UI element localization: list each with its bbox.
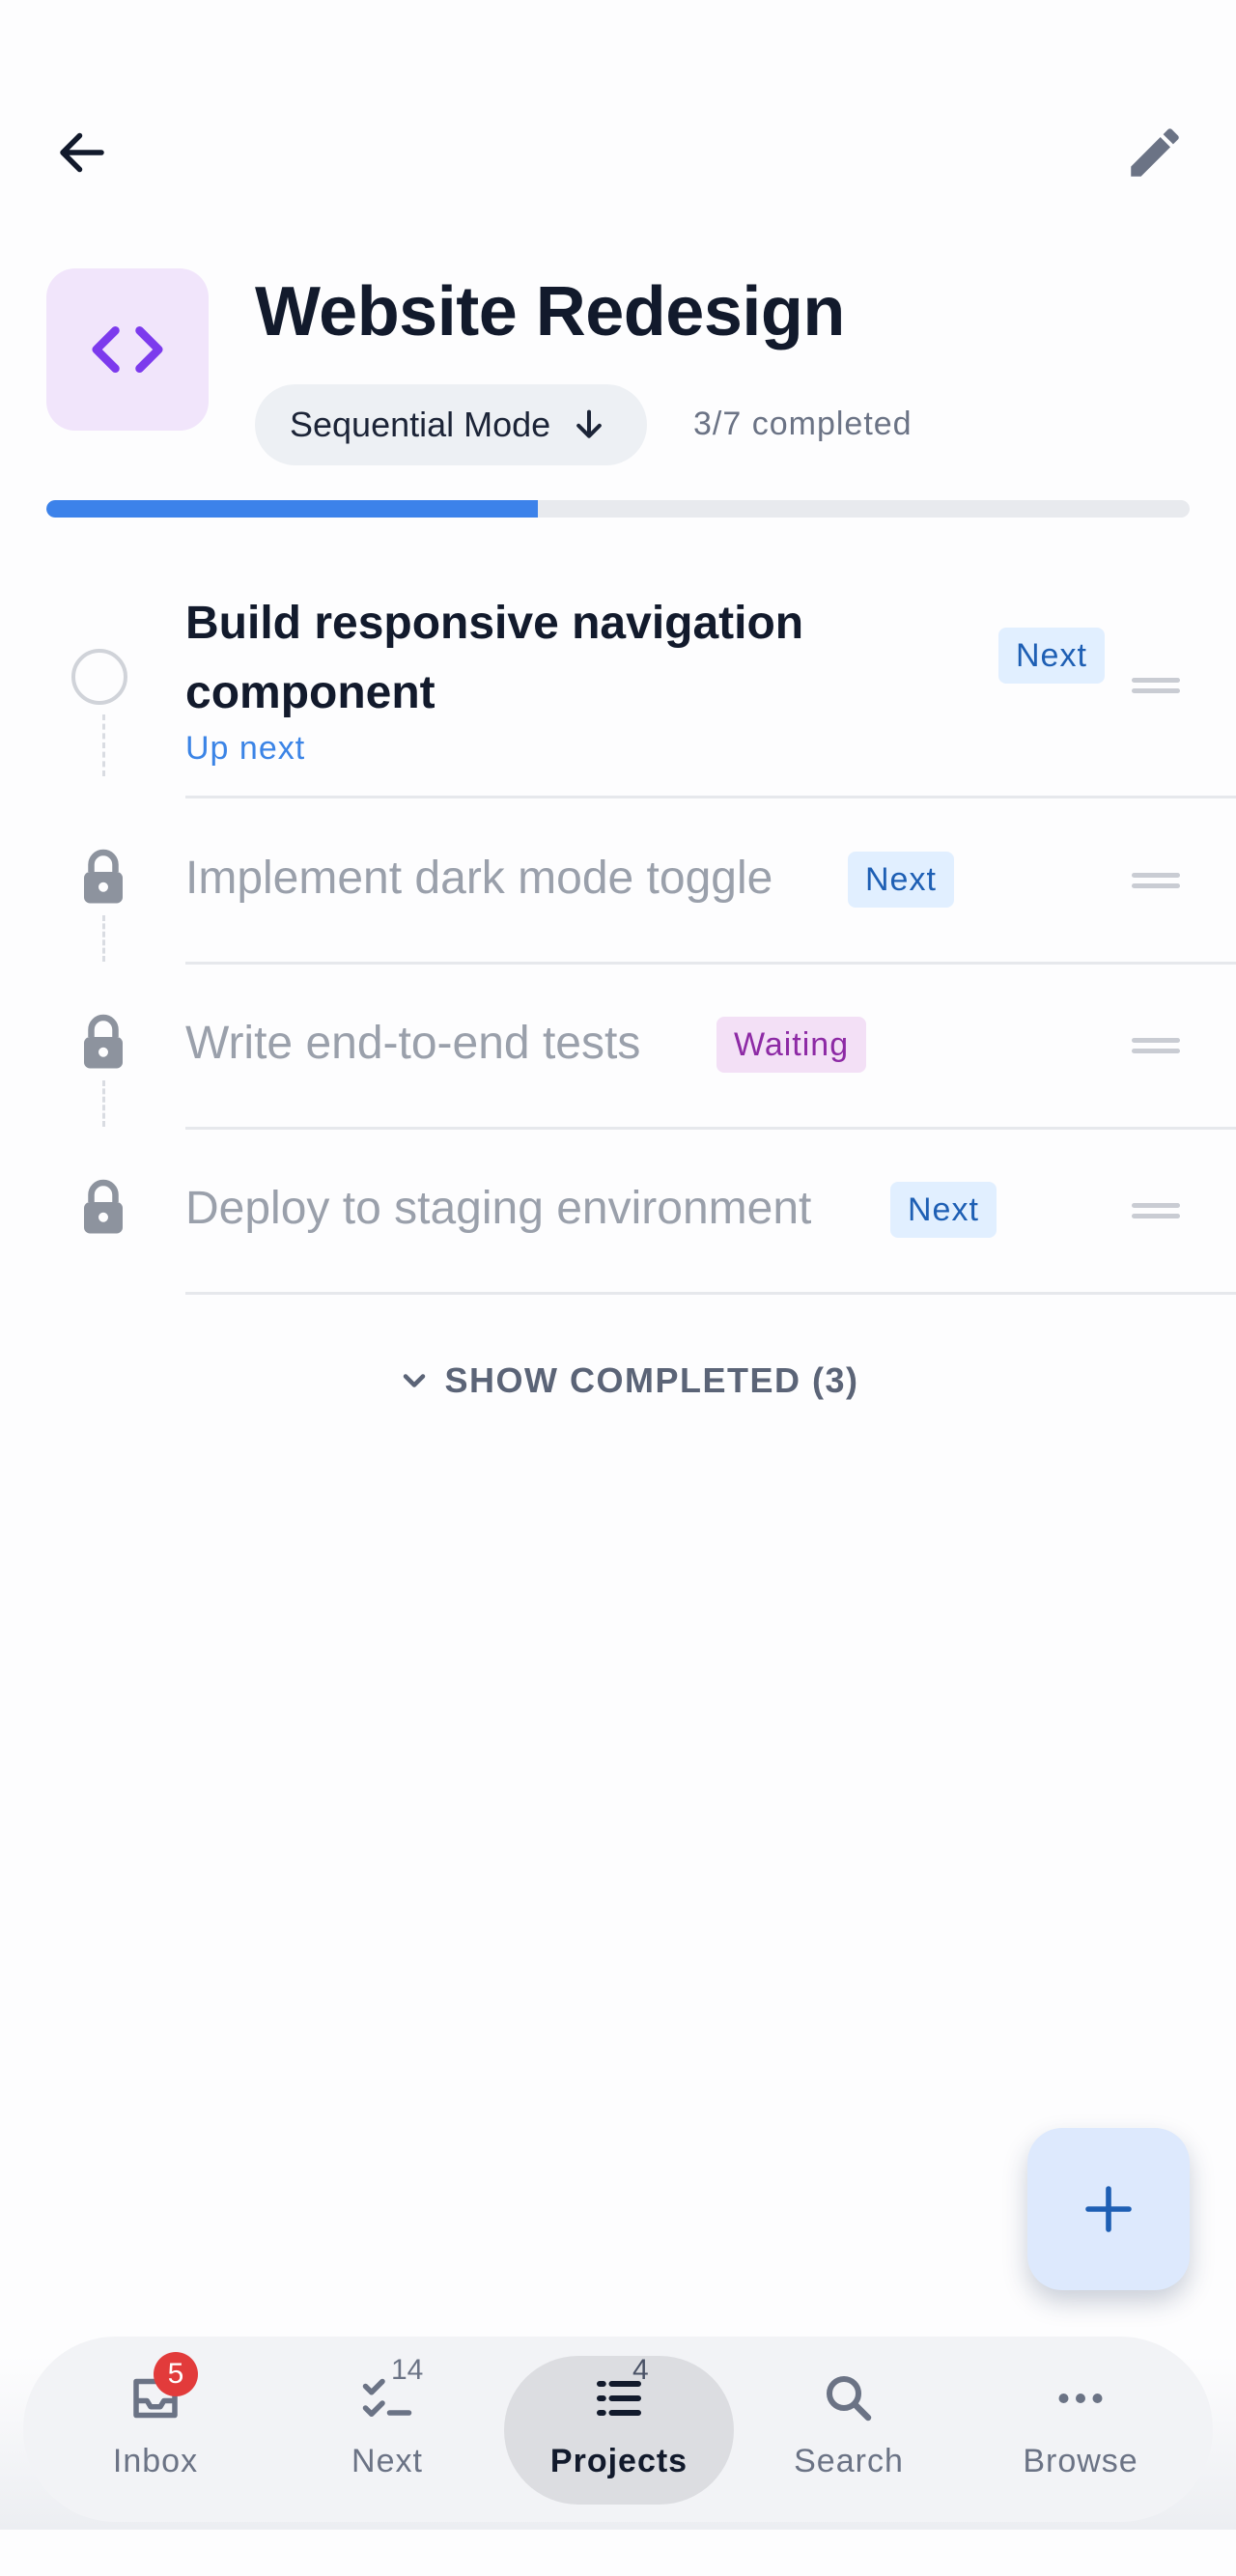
connector-line bbox=[102, 714, 105, 776]
task-title: Implement dark mode toggle bbox=[185, 853, 773, 904]
add-task-button[interactable] bbox=[1027, 2128, 1190, 2290]
task-row[interactable]: Build responsive navigation component Up… bbox=[0, 579, 1236, 796]
task-subtitle: Up next bbox=[185, 730, 306, 767]
nav-label: Next bbox=[351, 2443, 423, 2479]
divider bbox=[185, 796, 1236, 798]
nav-label: Browse bbox=[1023, 2443, 1138, 2479]
progress-text: 3/7 completed bbox=[693, 406, 913, 442]
plus-icon bbox=[1085, 2186, 1132, 2232]
nav-item-search[interactable]: Search bbox=[734, 2356, 964, 2506]
status-badge: Next bbox=[998, 628, 1105, 684]
nav-item-browse[interactable]: Browse bbox=[966, 2356, 1195, 2506]
task-row[interactable]: Write end-to-end tests Waiting bbox=[0, 965, 1236, 1127]
drag-handle-icon[interactable] bbox=[1132, 873, 1180, 888]
drag-handle-icon[interactable] bbox=[1132, 678, 1180, 693]
task-row[interactable]: Deploy to staging environment Next bbox=[0, 1130, 1236, 1292]
search-icon bbox=[827, 2376, 872, 2422]
project-icon bbox=[46, 268, 209, 431]
nav-label: Projects bbox=[549, 2443, 688, 2479]
more-icon bbox=[1058, 2394, 1103, 2403]
sequential-mode-button[interactable]: Sequential Mode bbox=[255, 384, 648, 465]
page-title: Website Redesign bbox=[255, 273, 845, 350]
nav-item-next[interactable]: 14 Next bbox=[272, 2354, 502, 2506]
nav-item-projects[interactable]: 4 Projects bbox=[504, 2354, 734, 2506]
show-completed-button[interactable]: SHOW COMPLETED (3) bbox=[386, 1352, 869, 1410]
task-checkbox[interactable] bbox=[71, 649, 127, 705]
notification-badge: 5 bbox=[154, 2352, 198, 2396]
task-title-line2: component bbox=[185, 667, 435, 718]
lock-icon bbox=[84, 849, 123, 904]
lock-icon bbox=[84, 1179, 123, 1234]
arrow-down-icon bbox=[576, 409, 603, 438]
back-button[interactable] bbox=[39, 114, 126, 191]
progress-bar bbox=[46, 500, 1190, 518]
chevron-down-icon bbox=[403, 1374, 425, 1387]
status-badge: Waiting bbox=[716, 1017, 867, 1073]
mode-label: Sequential Mode bbox=[290, 405, 551, 444]
task-title: Build responsive navigation bbox=[185, 598, 804, 649]
task-row[interactable]: Implement dark mode toggle Next bbox=[0, 799, 1236, 962]
nav-item-inbox[interactable]: 5 Inbox bbox=[41, 2352, 270, 2506]
status-badge: Next bbox=[890, 1182, 997, 1238]
status-badge: Next bbox=[848, 852, 954, 908]
nav-label: Inbox bbox=[112, 2443, 199, 2479]
nav-label: Search bbox=[794, 2443, 904, 2479]
connector-line bbox=[102, 915, 105, 962]
pencil-icon bbox=[1131, 128, 1179, 177]
nav-count: 4 bbox=[632, 2354, 649, 2386]
task-title: Write end-to-end tests bbox=[185, 1018, 641, 1069]
edit-button[interactable] bbox=[1110, 112, 1199, 193]
code-icon bbox=[92, 325, 163, 374]
drag-handle-icon[interactable] bbox=[1132, 1038, 1180, 1053]
lock-icon bbox=[84, 1014, 123, 1069]
nav-count: 14 bbox=[391, 2354, 424, 2386]
progress-fill bbox=[46, 500, 539, 518]
divider bbox=[185, 1292, 1236, 1295]
task-title: Deploy to staging environment bbox=[185, 1183, 812, 1234]
connector-line bbox=[102, 1080, 105, 1127]
arrow-left-icon bbox=[60, 132, 104, 173]
show-completed-label: SHOW COMPLETED (3) bbox=[444, 1360, 859, 1400]
drag-handle-icon[interactable] bbox=[1132, 1203, 1180, 1218]
